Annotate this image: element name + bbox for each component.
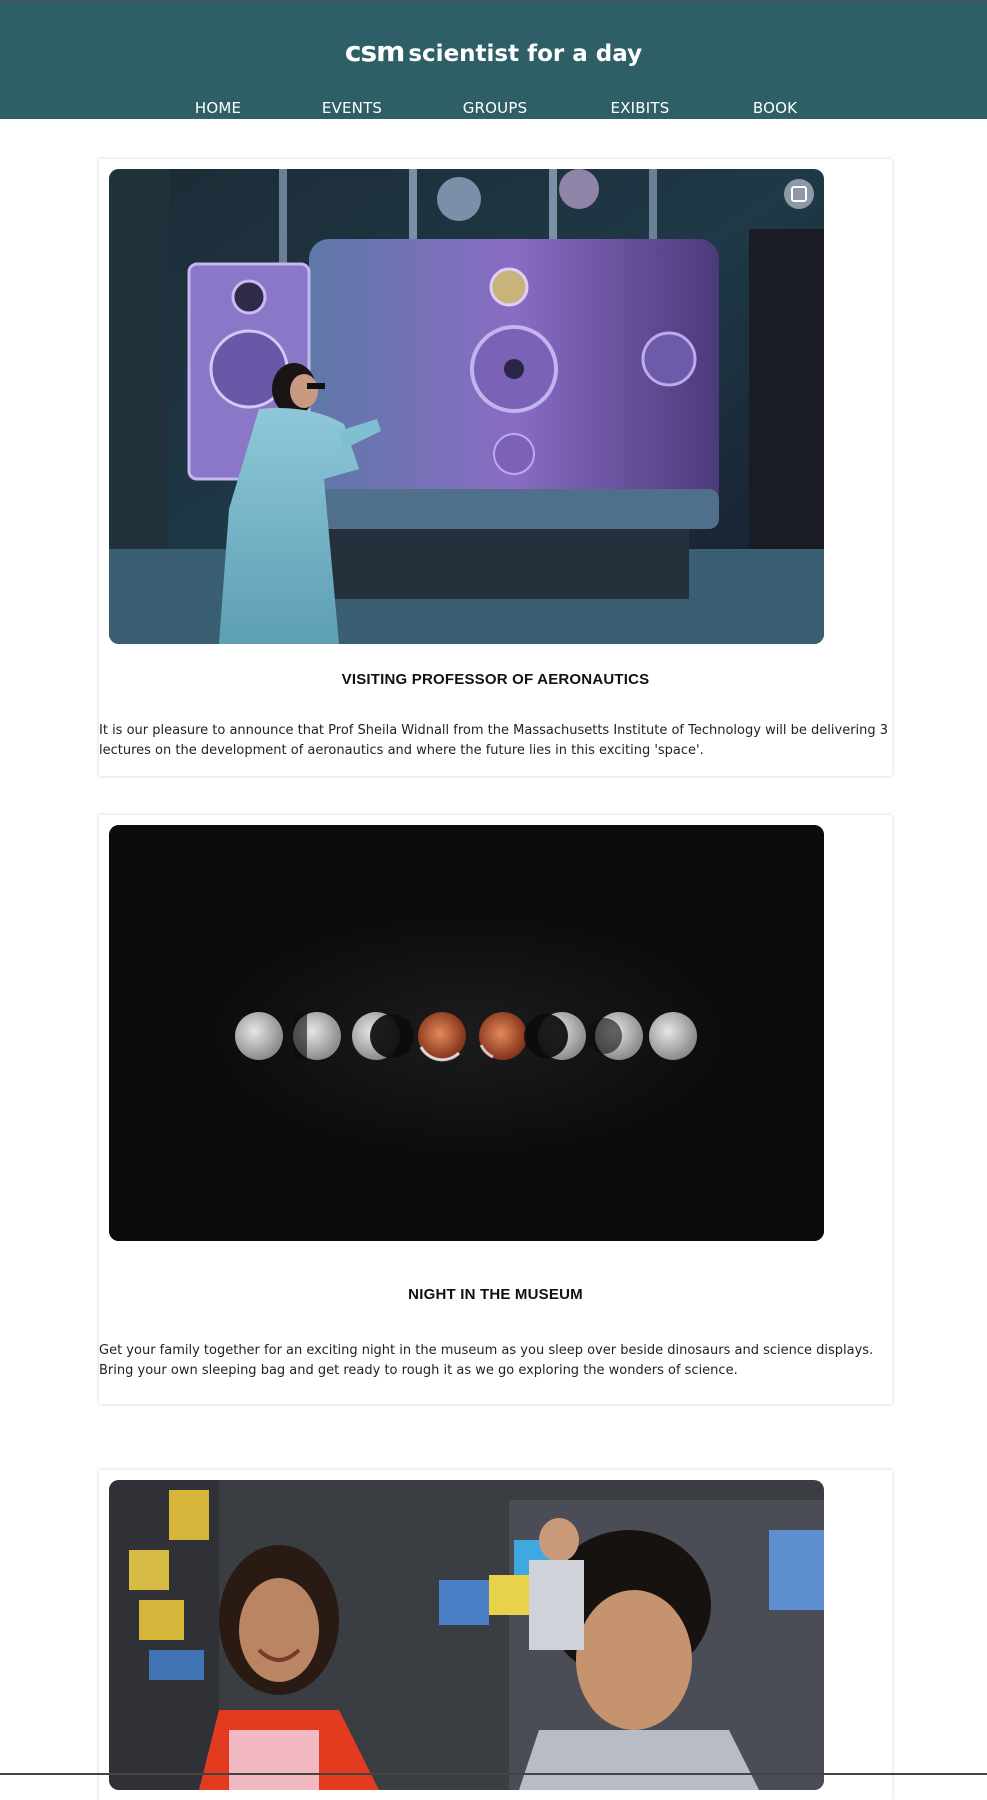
event-card: NIGHT IN THE MUSEUM Get your family toge… (99, 815, 892, 1404)
kids-classroom-photo (109, 1480, 824, 1790)
event-title: NIGHT IN THE MUSEUM (408, 1286, 583, 1303)
nav-events[interactable]: EVENTS (322, 99, 382, 117)
nav-book[interactable]: BOOK (753, 99, 797, 117)
moon-phases-photo (109, 825, 824, 1241)
event-image-lab-chamber (109, 169, 824, 644)
site-brand[interactable]: csm scientist for a day (0, 35, 987, 68)
event-image-moon-phases (109, 825, 824, 1241)
nav-home[interactable]: HOME (195, 99, 241, 117)
event-card: VISITING PROFESSOR OF AERONAUTICS It is … (99, 159, 892, 776)
main-nav: HOME EVENTS GROUPS EXIBITS BOOK (0, 99, 987, 121)
nav-exibits[interactable]: EXIBITS (611, 99, 670, 117)
lab-chamber-photo (109, 169, 824, 644)
event-description: It is our pleasure to announce that Prof… (99, 723, 889, 758)
site-header: csm scientist for a day HOME EVENTS GROUP… (0, 0, 987, 119)
event-card (99, 1470, 892, 1800)
site-tagline: scientist for a day (408, 41, 643, 67)
nav-groups[interactable]: GROUPS (463, 99, 528, 117)
site-logo: csm (344, 35, 405, 68)
event-description: Get your family together for an exciting… (99, 1343, 874, 1378)
event-title: VISITING PROFESSOR OF AERONAUTICS (341, 671, 650, 688)
image-lens-icon[interactable] (784, 179, 814, 209)
event-image-kids-classroom (109, 1480, 824, 1790)
